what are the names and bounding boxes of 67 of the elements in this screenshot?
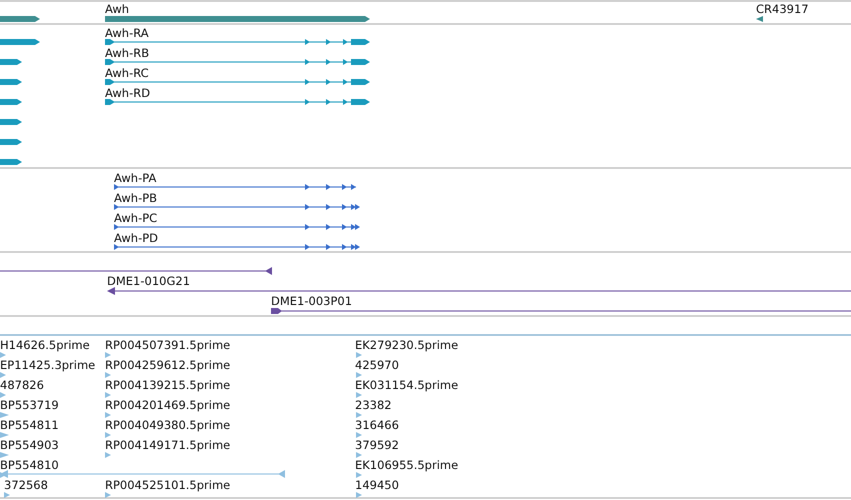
est-marker: [4, 492, 10, 498]
est-marker: [356, 352, 362, 358]
protein-label: Awh-PC: [114, 211, 158, 225]
est-label: 425970: [355, 358, 399, 372]
protein-label: Awh-PA: [114, 171, 156, 185]
est-label: EK031154.5prime: [355, 378, 458, 392]
est-marker: [0, 472, 6, 478]
est-marker: [356, 432, 362, 438]
est-marker: [0, 372, 6, 378]
est-label: 149450: [355, 478, 399, 492]
est-label: RP004525101.5prime: [105, 478, 230, 492]
est-label: RP004201469.5prime: [105, 398, 230, 412]
est-marker: [0, 412, 9, 418]
clone-label: DME1-010G21: [107, 274, 190, 288]
est-label: BP554810: [0, 458, 59, 472]
gene-label: CR43917: [756, 2, 809, 16]
est-marker: [356, 392, 362, 398]
est-marker: [356, 372, 362, 378]
est-marker: [105, 492, 111, 498]
est-label: RP004149171.5prime: [105, 438, 230, 452]
est-marker: [356, 492, 362, 498]
gene-bar: [756, 16, 763, 22]
est-label: EK106955.5prime: [355, 458, 458, 472]
est-label: 372568: [4, 478, 48, 492]
est-label: 316466: [355, 418, 399, 432]
est-marker: [0, 432, 9, 438]
est-label: RP004507391.5prime: [105, 338, 230, 352]
est-marker: [356, 412, 362, 418]
transcript-bar: [0, 39, 40, 45]
est-label: EK279230.5prime: [355, 338, 458, 352]
transcript-bar: [0, 159, 22, 165]
est-label: 379592: [355, 438, 399, 452]
est-label: BP554903: [0, 438, 59, 452]
transcript-label: Awh-RA: [105, 26, 149, 40]
est-marker: [105, 452, 111, 458]
est-marker: [0, 452, 9, 458]
transcript-label: Awh-RD: [105, 86, 150, 100]
est-label: BP554811: [0, 418, 59, 432]
est-label: H14626.5prime: [0, 338, 90, 352]
est-marker: [105, 352, 111, 358]
est-marker: [105, 432, 111, 438]
est-label: 23382: [355, 398, 392, 412]
clone-label: DME1-003P01: [271, 294, 352, 308]
gene-bar: [0, 16, 40, 22]
est-marker: [356, 472, 362, 478]
protein-label: Awh-PD: [114, 231, 158, 245]
transcript-bar: [0, 59, 22, 65]
est-marker: [0, 352, 6, 358]
est-label: BP553719: [0, 398, 59, 412]
est-marker: [105, 372, 111, 378]
gene-label: Awh: [105, 2, 130, 16]
transcript-bar: [0, 79, 22, 85]
est-label: RP004259612.5prime: [105, 358, 230, 372]
est-marker: [0, 392, 6, 398]
est-label: RP004139215.5prime: [105, 378, 230, 392]
transcript-bar: [0, 139, 22, 145]
est-marker: [105, 412, 111, 418]
protein-label: Awh-PB: [114, 191, 158, 205]
transcript-label: Awh-RB: [105, 46, 150, 60]
transcript-label: Awh-RC: [105, 66, 149, 80]
est-label: 487826: [0, 378, 44, 392]
est-label: EP11425.3prime: [0, 358, 96, 372]
est-marker: [105, 392, 111, 398]
transcript-bar: [0, 119, 22, 125]
est-label: RP004049380.5prime: [105, 418, 230, 432]
transcript-bar: [0, 99, 22, 105]
est-marker: [356, 452, 362, 458]
